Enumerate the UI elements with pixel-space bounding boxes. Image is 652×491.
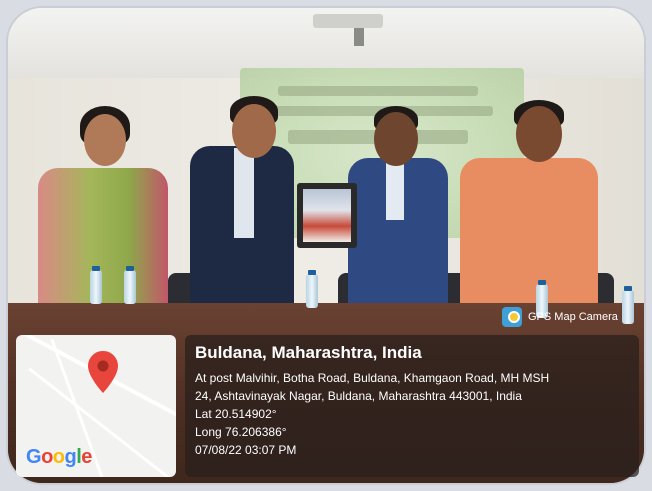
datetime: 07/08/22 03:07 PM — [195, 443, 297, 457]
map-thumbnail: Google — [16, 335, 176, 477]
gps-info-panel: Buldana, Maharashtra, India At post Malv… — [185, 335, 639, 477]
gps-app-label: GPS Map Camera — [528, 311, 618, 323]
banner-decor — [278, 86, 478, 96]
bottle-cap — [92, 266, 100, 271]
lamp-stem — [354, 28, 364, 46]
google-logo: Google — [26, 446, 92, 468]
bottle-cap — [126, 266, 134, 271]
bottle-cap — [308, 270, 316, 275]
address-line-2: 24, Ashtavinayak Nagar, Buldana, Maharas… — [195, 389, 522, 403]
bottle-cap — [538, 280, 546, 285]
ceiling-lamp — [313, 14, 383, 28]
framed-gift-picture — [303, 189, 351, 242]
shirt — [386, 160, 404, 220]
shirt — [234, 148, 254, 238]
water-bottle — [622, 290, 634, 324]
longitude: Long 76.206386° — [195, 425, 287, 439]
water-bottle — [90, 270, 102, 304]
address-line-1: At post Malvihir, Botha Road, Buldana, K… — [195, 371, 550, 385]
gps-map-camera-tag: GPS Map Camera — [502, 304, 618, 330]
water-bottle — [306, 274, 318, 308]
latitude: Lat 20.514902° — [195, 407, 277, 421]
water-bottle — [124, 270, 136, 304]
location-pin-icon — [88, 351, 118, 393]
gps-camera-app-icon — [502, 307, 522, 327]
bottle-cap — [624, 286, 632, 291]
location-title: Buldana, Maharashtra, India — [195, 343, 422, 362]
